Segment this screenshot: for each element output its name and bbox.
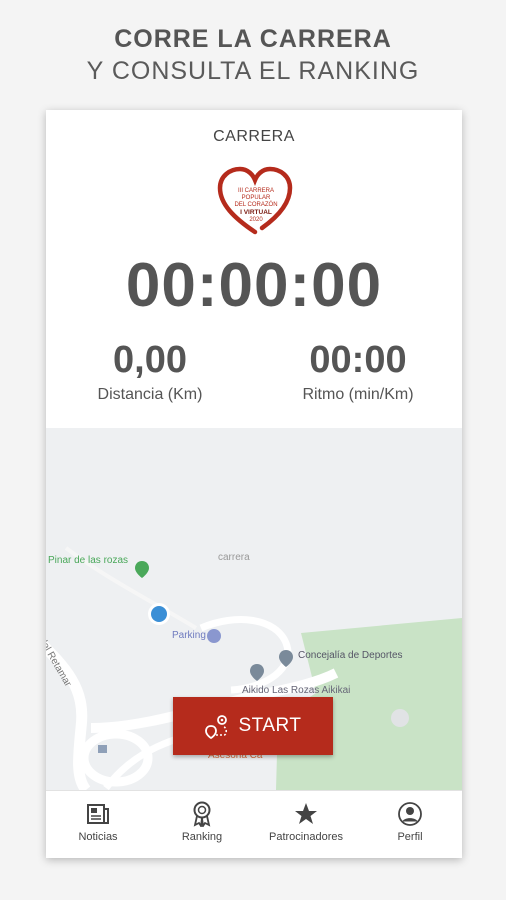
race-logo: III CARRERA POPULAR DEL CORAZÓN I VIRTUA…	[217, 166, 293, 235]
distance-stat: 0,00 Distancia (Km)	[46, 338, 254, 404]
nav-item-ranking[interactable]: Ranking	[150, 791, 254, 858]
start-button-label: START	[238, 715, 302, 736]
newspaper-icon	[87, 804, 109, 824]
logo-line-2: POPULAR	[242, 195, 271, 201]
map-label-pinar: Pinar de las rozas	[48, 555, 129, 566]
logo-line-3: DEL CORAZÓN	[234, 201, 277, 208]
bottom-nav: Noticias Ranking Patrocinadores Perfil	[46, 790, 462, 858]
map-label-aikido: Aikido Las Rozas Aikikai	[242, 685, 351, 696]
mail-icon	[98, 745, 107, 753]
logo-line-4: I VIRTUAL	[240, 209, 272, 216]
logo-line-5: 2020	[249, 217, 263, 223]
map-label-carrera: carrera	[218, 552, 250, 563]
parking-icon[interactable]	[207, 629, 221, 643]
nav-item-patrocinadores[interactable]: Patrocinadores	[254, 791, 358, 858]
distance-value: 0,00	[113, 339, 187, 381]
star-icon	[295, 803, 317, 824]
nav-item-perfil[interactable]: Perfil	[358, 791, 462, 858]
route-pin-icon	[205, 715, 228, 739]
pace-label: Ritmo (min/Km)	[302, 386, 414, 403]
headline: CORRE LA CARRERA Y CONSULTA EL RANKING	[0, 24, 506, 88]
nav-item-noticias[interactable]: Noticias	[46, 791, 150, 858]
current-location-icon	[151, 606, 167, 622]
distance-label: Distancia (Km)	[97, 386, 203, 403]
map-label-parking: Parking	[172, 630, 206, 641]
pace-value: 00:00	[309, 339, 407, 381]
map-label-concejalia: Concejalía de Deportes	[298, 650, 403, 661]
logo-line-1: III CARRERA	[238, 188, 274, 194]
person-icon	[398, 802, 422, 826]
race-timer: 00:00:00	[125, 251, 383, 320]
race-title: CARRERA	[213, 128, 295, 145]
phone-screen: CARRERA III CARRERA POPULAR DEL CORAZÓN …	[46, 110, 462, 858]
nav-label-ranking: Ranking	[181, 831, 223, 843]
pace-stat: 00:00 Ritmo (min/Km)	[254, 338, 462, 404]
award-icon	[193, 801, 211, 827]
nav-label-noticias: Noticias	[78, 831, 118, 843]
start-button[interactable]: START	[173, 697, 333, 755]
nav-label-patrocinadores: Patrocinadores	[269, 831, 343, 843]
nav-label-perfil: Perfil	[397, 831, 423, 843]
headline-line-1: CORRE LA CARRERA	[114, 25, 392, 53]
headline-line-2: Y CONSULTA EL RANKING	[86, 57, 420, 85]
